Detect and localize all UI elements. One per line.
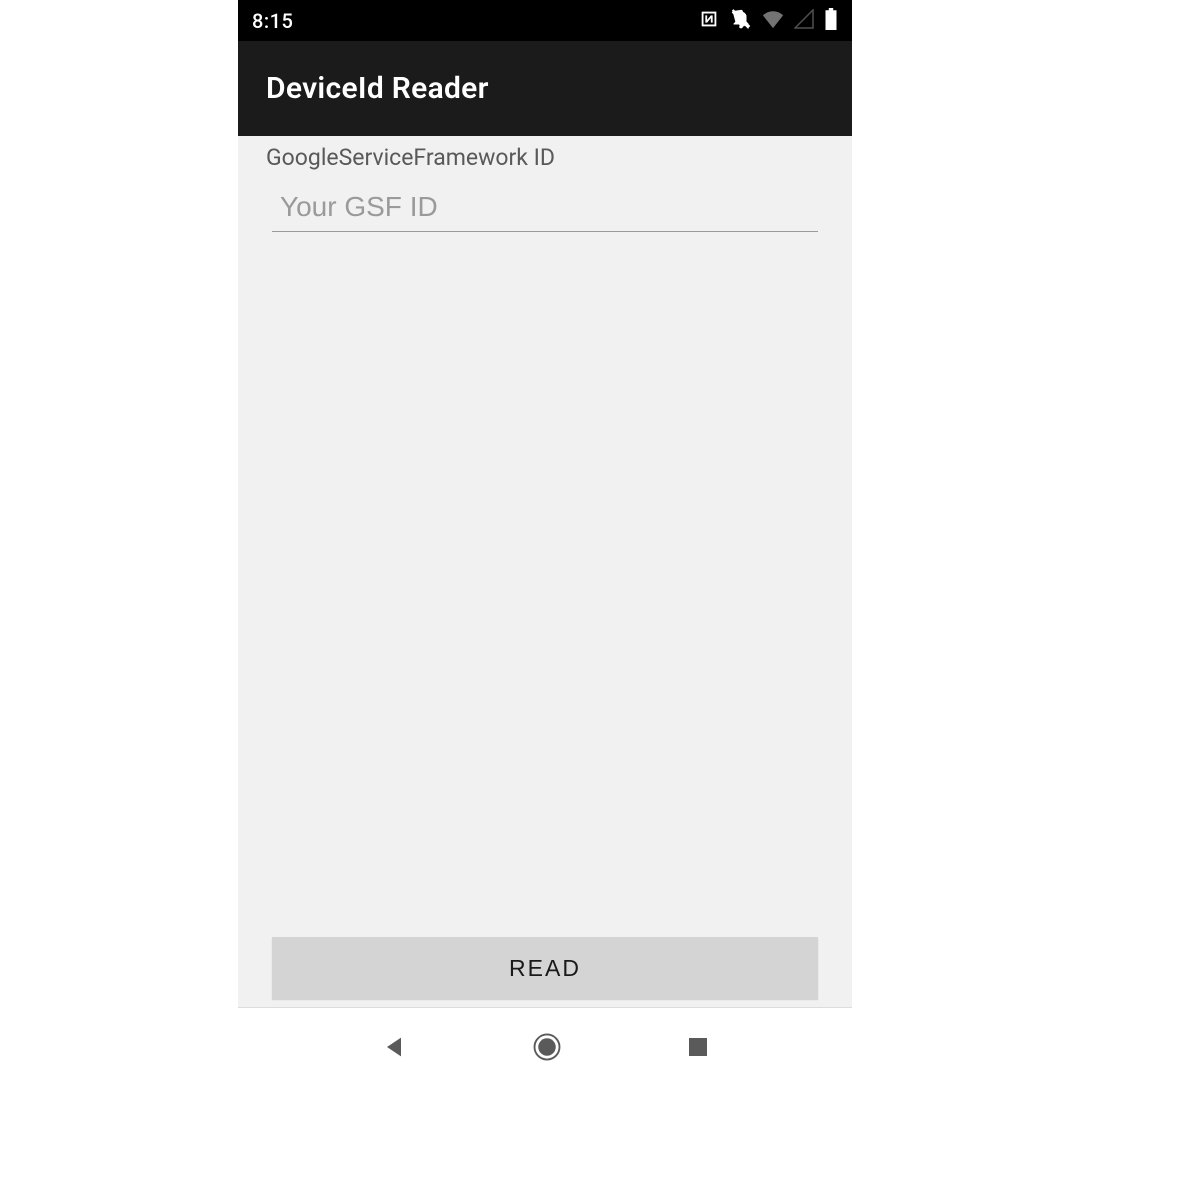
phone-screen: 8:15 DeviceId Reader GoogleServiceFramew… <box>238 0 852 1090</box>
battery-icon <box>824 8 838 34</box>
mute-icon <box>730 8 752 34</box>
content-area: GoogleServiceFramework ID READ <box>238 136 852 1008</box>
cell-signal-icon <box>794 9 814 33</box>
nfc-icon <box>698 8 720 34</box>
home-icon[interactable] <box>532 1032 562 1066</box>
navigation-bar <box>238 1008 852 1090</box>
recent-apps-icon[interactable] <box>686 1035 710 1063</box>
gsf-input[interactable] <box>272 187 818 232</box>
status-bar: 8:15 <box>238 0 852 41</box>
status-time: 8:15 <box>252 9 293 33</box>
read-button[interactable]: READ <box>272 937 818 999</box>
gsf-field-label: GoogleServiceFramework ID <box>266 144 824 171</box>
app-title: DeviceId Reader <box>266 71 489 106</box>
status-icons <box>698 8 838 34</box>
app-bar: DeviceId Reader <box>238 41 852 136</box>
back-icon[interactable] <box>380 1033 408 1065</box>
wifi-icon <box>762 9 784 33</box>
